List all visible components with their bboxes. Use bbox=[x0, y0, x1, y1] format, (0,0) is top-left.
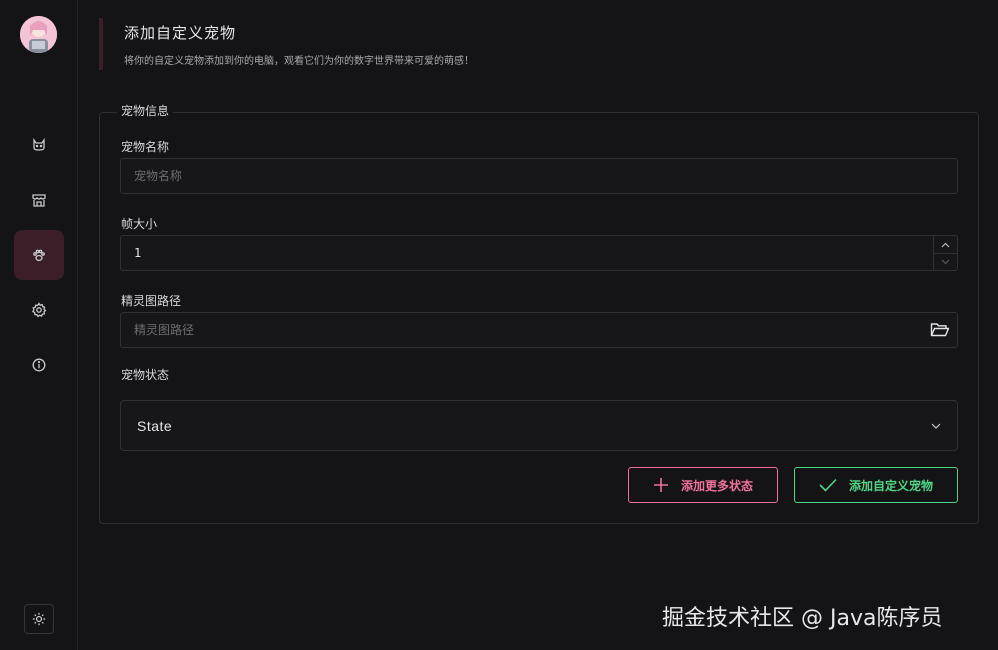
sidebar-item-pets[interactable] bbox=[14, 120, 64, 170]
pet-name-input[interactable] bbox=[120, 158, 958, 194]
plus-icon bbox=[653, 478, 668, 492]
chevron-down-icon bbox=[931, 423, 941, 429]
browse-folder-button[interactable] bbox=[928, 318, 952, 342]
decrement-button[interactable] bbox=[934, 253, 957, 270]
avatar[interactable] bbox=[20, 16, 57, 53]
pet-state-value: State bbox=[137, 417, 173, 434]
add-more-state-label: 添加更多状态 bbox=[680, 478, 753, 493]
increment-button[interactable] bbox=[934, 236, 957, 253]
theme-toggle-button[interactable] bbox=[24, 604, 54, 634]
sidebar-item-settings[interactable] bbox=[14, 285, 64, 335]
frame-size-stepper bbox=[933, 236, 957, 270]
cat-icon bbox=[33, 137, 45, 151]
sprite-path-input[interactable] bbox=[120, 312, 958, 348]
add-custom-pet-label: 添加自定义宠物 bbox=[848, 478, 933, 493]
sidebar-item-about[interactable] bbox=[14, 340, 64, 390]
page-subtitle: 将你的自定义宠物添加到你的电脑，观看它们为你的数字世界带来可爱的萌感！ bbox=[124, 56, 474, 67]
pet-state-select[interactable]: State bbox=[120, 400, 958, 451]
frame-size-input[interactable] bbox=[120, 235, 958, 271]
pet-name-label: 宠物名称 bbox=[121, 140, 170, 154]
gear-icon bbox=[32, 302, 47, 318]
chevron-down-icon bbox=[941, 259, 950, 265]
frame-size-label: 帧大小 bbox=[121, 217, 158, 231]
add-more-state-button[interactable]: 添加更多状态 bbox=[628, 467, 778, 503]
paw-icon bbox=[33, 249, 45, 262]
check-icon bbox=[819, 478, 837, 492]
fieldset-legend: 宠物信息 bbox=[117, 102, 174, 119]
watermark: 掘金技术社区 @ Java陈序员 bbox=[662, 606, 943, 631]
app-window: 添加自定义宠物 将你的自定义宠物添加到你的电脑，观看它们为你的数字世界带来可爱的… bbox=[0, 0, 998, 650]
folder-open-icon bbox=[930, 323, 950, 337]
sidebar-item-store[interactable] bbox=[14, 175, 64, 225]
page-title: 添加自定义宠物 bbox=[124, 24, 237, 42]
add-custom-pet-button[interactable]: 添加自定义宠物 bbox=[794, 467, 958, 503]
store-icon bbox=[32, 194, 46, 207]
pet-state-label: 宠物状态 bbox=[121, 368, 170, 382]
sprite-path-label: 精灵图路径 bbox=[121, 294, 182, 308]
chevron-up-icon bbox=[941, 242, 950, 247]
header-accent-bar bbox=[99, 18, 103, 70]
info-icon bbox=[32, 358, 46, 372]
sidebar-item-custom-pet[interactable] bbox=[14, 230, 64, 280]
sun-icon bbox=[32, 612, 46, 626]
sidebar bbox=[0, 0, 78, 650]
